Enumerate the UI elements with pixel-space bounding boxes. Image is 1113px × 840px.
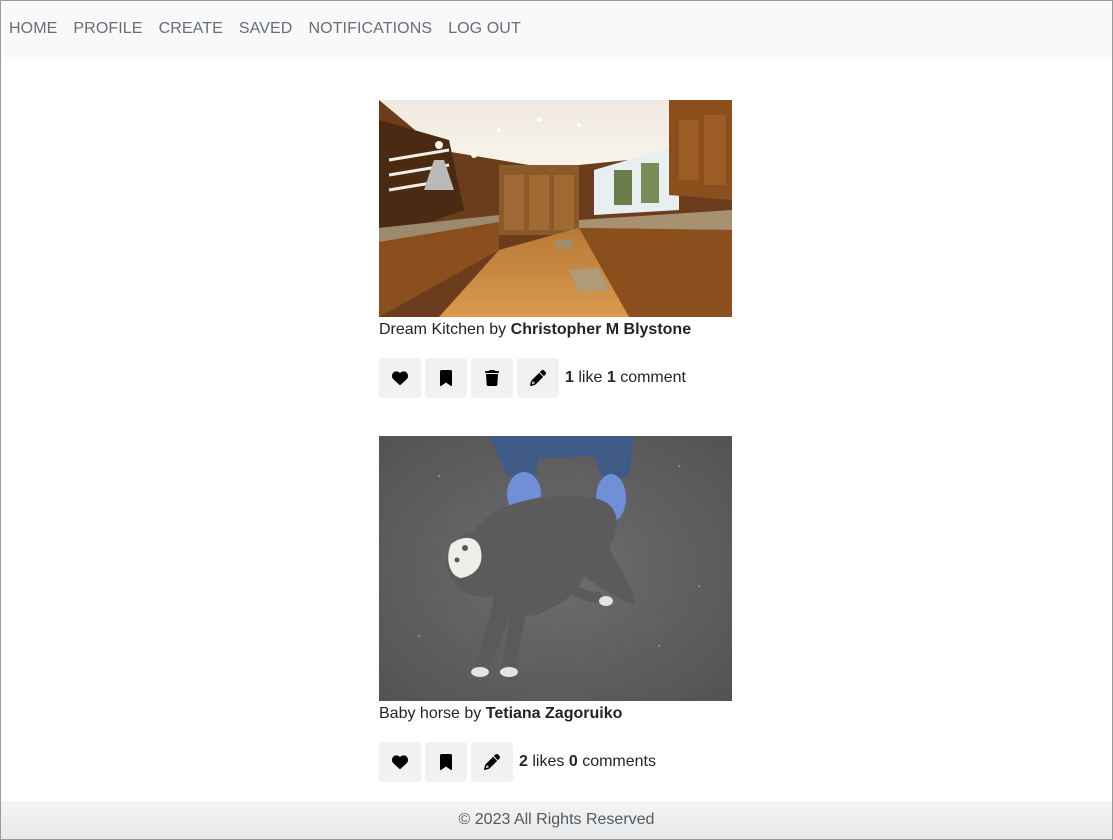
post-card: Baby horse by Tetiana Zagoruiko 2 likes … [379,436,732,782]
bookmark-icon [440,754,452,770]
likes-label: like [578,369,603,386]
likes-count: 2 [519,753,528,770]
trash-icon [485,370,499,386]
post-actions: 1 like 1 comment [379,358,732,398]
post-image-baby-horse[interactable] [379,436,732,701]
post-caption: Baby horse by Tetiana Zagoruiko [379,702,732,726]
pencil-icon [530,370,546,386]
post-author[interactable]: Christopher M Blystone [511,321,691,338]
post-card: Dream Kitchen by Christopher M Blystone … [379,100,732,398]
likes-label: likes [532,753,565,770]
save-button[interactable] [425,742,467,782]
like-button[interactable] [379,742,421,782]
kitchen-photo [379,100,732,317]
save-button[interactable] [425,358,467,398]
edit-button[interactable] [517,358,559,398]
likes-count: 1 [565,369,574,386]
page-footer: © 2023 All Rights Reserved [1,801,1112,839]
post-caption: Dream Kitchen by Christopher M Blystone [379,318,732,342]
nav-profile[interactable]: PROFILE [73,20,142,38]
nav-logout[interactable]: LOG OUT [448,20,521,38]
caption-by: by [464,705,482,722]
post-actions: 2 likes 0 comments [379,742,732,782]
post-author[interactable]: Tetiana Zagoruiko [486,705,623,722]
post-image-kitchen[interactable] [379,100,732,317]
post-stats: 1 like 1 comment [565,369,686,387]
top-navbar: HOME PROFILE CREATE SAVED NOTIFICATIONS … [1,1,1112,57]
nav-notifications[interactable]: NOTIFICATIONS [308,20,432,38]
caption-by: by [489,321,507,338]
comments-label[interactable]: comments [582,753,656,770]
bookmark-icon [440,370,452,386]
post-title: Baby horse [379,705,460,722]
copyright-text: © 2023 All Rights Reserved [458,811,655,828]
comments-count: 1 [606,369,616,386]
nav-home[interactable]: HOME [9,20,57,38]
nav-saved[interactable]: SAVED [239,20,293,38]
like-button[interactable] [379,358,421,398]
post-stats: 2 likes 0 comments [519,753,656,771]
comments-count: 0 [568,753,578,770]
delete-button[interactable] [471,358,513,398]
heart-icon [392,755,408,769]
post-title: Dream Kitchen [379,321,485,338]
nav-create[interactable]: CREATE [159,20,223,38]
edit-button[interactable] [471,742,513,782]
heart-icon [392,371,408,385]
pencil-icon [484,754,500,770]
baby-horse-photo [379,436,732,701]
comments-label[interactable]: comment [620,369,686,386]
